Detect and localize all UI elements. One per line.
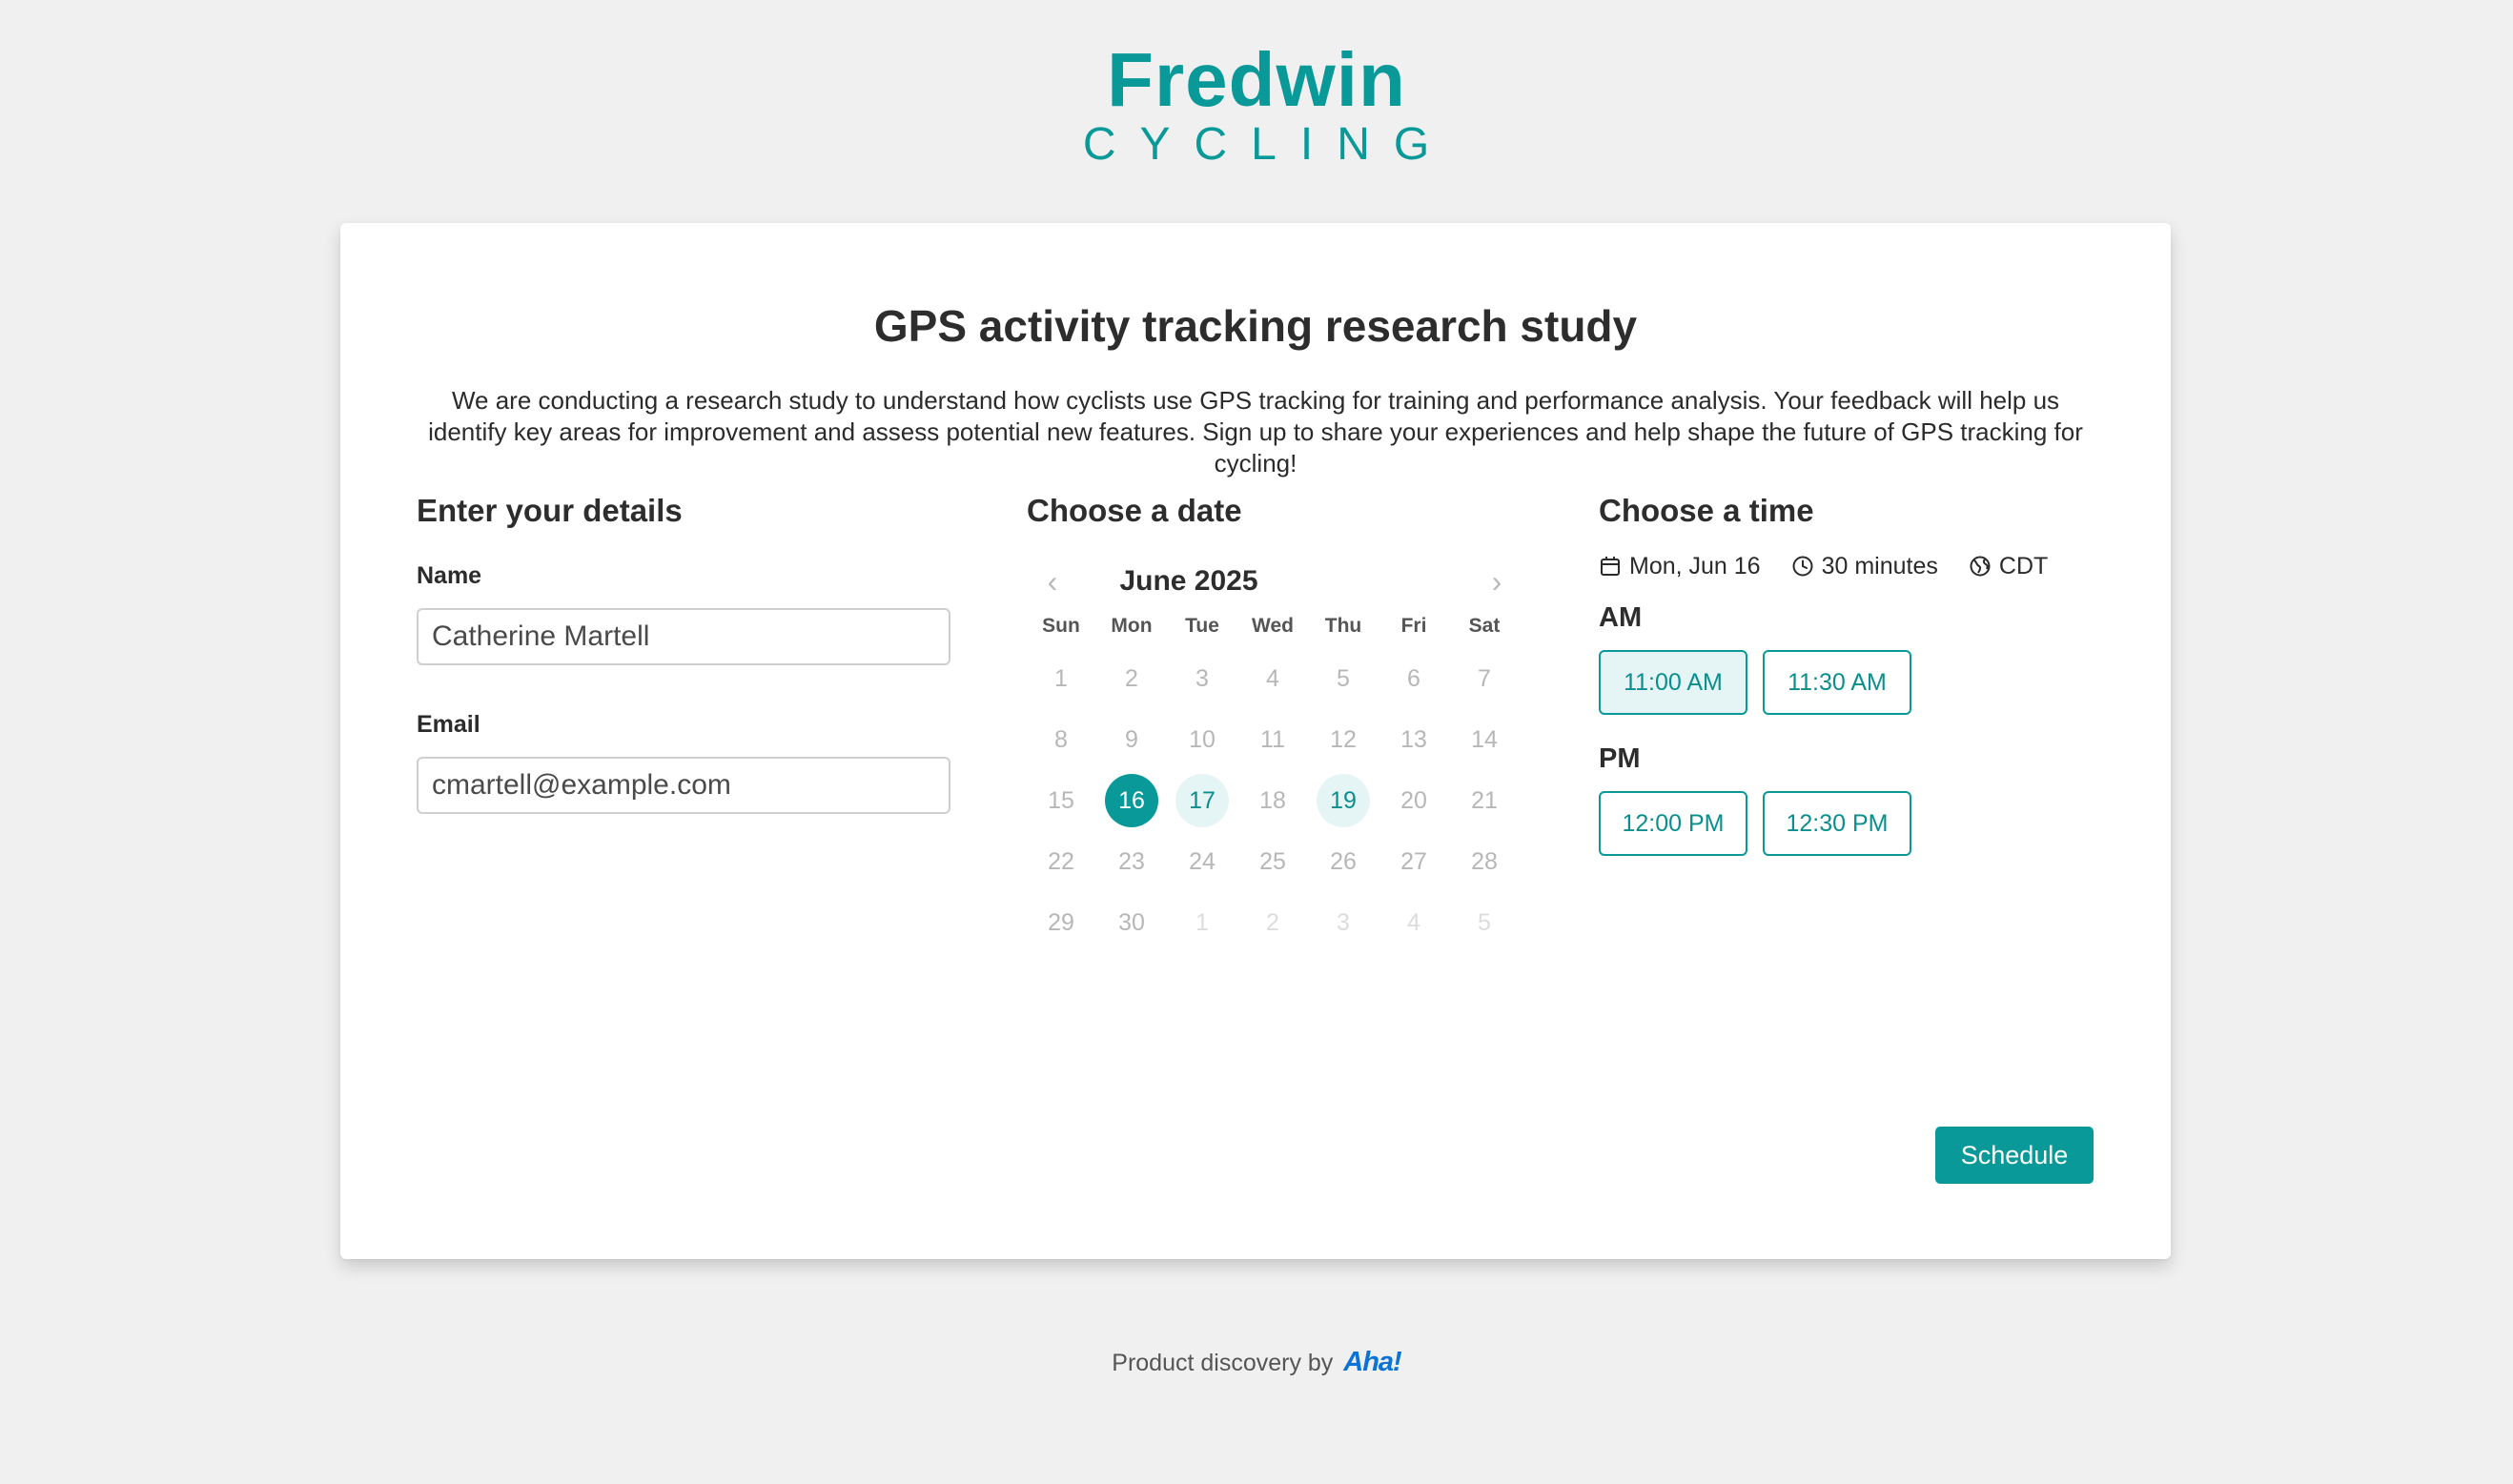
- study-description: We are conducting a research study to un…: [428, 386, 2083, 478]
- calendar-day: 25: [1259, 848, 1286, 875]
- calendar-day: 22: [1048, 848, 1074, 875]
- calendar-day: 11: [1260, 726, 1285, 753]
- calendar-day: 24: [1189, 848, 1216, 875]
- selected-date-text: Mon, Jun 16: [1629, 552, 1761, 579]
- calendar-day[interactable]: 17: [1175, 774, 1229, 827]
- calendar-day: 27: [1400, 848, 1427, 875]
- am-label: AM: [1599, 602, 1643, 633]
- calendar-day: 3: [1195, 665, 1209, 692]
- duration: 30 minutes: [1791, 553, 1938, 580]
- selected-date: Mon, Jun 16: [1599, 553, 1761, 580]
- calendar-day: 10: [1189, 726, 1216, 753]
- calendar-day: 28: [1471, 848, 1498, 875]
- schedule-button[interactable]: Schedule: [1935, 1127, 2094, 1184]
- calendar-day: 7: [1478, 665, 1491, 692]
- calendar-day: 18: [1259, 787, 1286, 814]
- weekday-header: Sat: [1468, 615, 1501, 637]
- calendar-day: 5: [1478, 909, 1491, 936]
- calendar-day: 2: [1125, 665, 1138, 692]
- calendar-month: June 2025: [1119, 565, 1258, 597]
- calendar-day: 30: [1118, 909, 1145, 936]
- weekday-header: Fri: [1400, 615, 1427, 637]
- weekday-header: Tue: [1185, 615, 1219, 637]
- calendar-day: 9: [1125, 726, 1138, 753]
- time-slot-1130am[interactable]: 11:30 AM: [1763, 650, 1911, 715]
- calendar-icon: [1601, 557, 1620, 576]
- logo-wordmark: Fredwin: [1107, 37, 1406, 122]
- name-label: Name: [417, 562, 482, 589]
- weekday-header: Sun: [1042, 615, 1080, 637]
- pm-label: PM: [1599, 743, 1641, 774]
- calendar-day: 6: [1407, 665, 1420, 692]
- scheduling-card: GPS activity tracking research study We …: [340, 223, 2171, 1259]
- booking-summary: Mon, Jun 16 30 minutes CDT: [1599, 549, 2078, 583]
- calendar-day-selected[interactable]: 16: [1105, 774, 1158, 827]
- fredwin-cycling-logo: Fredwin CYCLING: [0, 42, 2513, 170]
- calendar-day: 1: [1054, 665, 1068, 692]
- calendar-day[interactable]: 19: [1317, 774, 1370, 827]
- calendar-day: 15: [1048, 787, 1074, 814]
- next-month-icon[interactable]: ›: [1478, 562, 1516, 600]
- clock-icon: [1792, 556, 1813, 577]
- calendar-day: 1: [1195, 909, 1209, 936]
- calendar-day: 4: [1266, 665, 1279, 692]
- footer: Product discovery by Aha!: [0, 1346, 2513, 1379]
- weekday-header: Wed: [1252, 615, 1294, 637]
- timezone-text: CDT: [1998, 552, 2049, 579]
- time-slot-1200pm[interactable]: 12:00 PM: [1599, 791, 1747, 856]
- email-label: Email: [417, 711, 480, 738]
- calendar-day: 5: [1337, 665, 1350, 692]
- calendar-day: 14: [1471, 726, 1498, 753]
- calendar-day: 3: [1337, 909, 1350, 936]
- calendar-day: 12: [1330, 726, 1357, 753]
- calendar-day: 29: [1048, 909, 1074, 936]
- weekday-header: Thu: [1324, 615, 1362, 637]
- time-slot-1100am[interactable]: 11:00 AM: [1599, 650, 1747, 715]
- globe-icon: [1970, 556, 1991, 577]
- time-heading: Choose a time: [1599, 493, 1814, 528]
- calendar-day: 4: [1407, 909, 1420, 936]
- details-heading: Enter your details: [417, 493, 683, 528]
- calendar-day: 20: [1400, 787, 1427, 814]
- timezone: CDT: [1969, 553, 2048, 580]
- calendar-day: 2: [1266, 909, 1279, 936]
- weekday-header: Mon: [1111, 615, 1153, 637]
- calendar-day: 26: [1330, 848, 1357, 875]
- name-field[interactable]: [417, 608, 950, 665]
- email-field[interactable]: [417, 757, 950, 814]
- calendar-day: 23: [1118, 848, 1145, 875]
- calendar-day: 21: [1471, 787, 1498, 814]
- logo-subtitle: CYCLING: [1082, 119, 1454, 170]
- time-slot-1230pm[interactable]: 12:30 PM: [1763, 791, 1911, 856]
- page-title: GPS activity tracking research study: [873, 301, 1638, 351]
- footer-text: Product discovery by: [1112, 1350, 1334, 1376]
- aha-logo-link[interactable]: Aha!: [1343, 1347, 1401, 1377]
- duration-text: 30 minutes: [1821, 552, 1938, 579]
- calendar-day: 8: [1054, 726, 1068, 753]
- date-heading: Choose a date: [1027, 493, 1242, 528]
- calendar-day: 13: [1400, 726, 1427, 753]
